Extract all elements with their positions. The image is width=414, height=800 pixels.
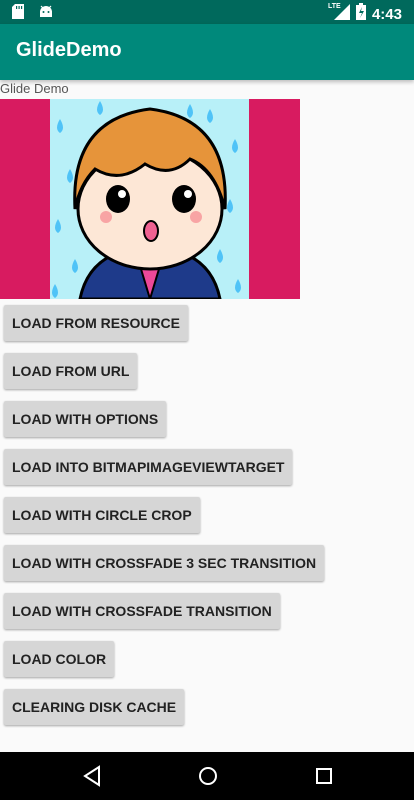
app-bar: GlideDemo <box>0 24 414 80</box>
battery-icon <box>355 3 366 25</box>
sd-card-icon <box>12 4 24 24</box>
status-bar: LTE 4:43 <box>0 0 414 24</box>
clock: 4:43 <box>371 5 402 23</box>
load-with-crossfade-button[interactable]: LOAD WITH CROSSFADE TRANSITION <box>4 593 280 629</box>
caption-label: Glide Demo <box>0 81 69 96</box>
app-title: GlideDemo <box>16 39 122 61</box>
load-with-options-button[interactable]: LOAD WITH OPTIONS <box>4 401 167 437</box>
load-from-resource-button[interactable]: LOAD FROM RESOURCE <box>4 305 188 341</box>
button-list: LOAD FROM RESOURCE LOAD FROM URL LOAD WI… <box>4 305 325 737</box>
load-with-circle-crop-button[interactable]: LOAD WITH CIRCLE CROP <box>4 497 200 533</box>
load-color-button[interactable]: LOAD COLOR <box>4 641 115 677</box>
recents-icon[interactable] <box>314 764 334 793</box>
load-from-url-button[interactable]: LOAD FROM URL <box>4 353 138 389</box>
navigation-bar <box>0 752 414 800</box>
signal-icon: LTE <box>327 2 350 25</box>
android-icon <box>38 4 54 24</box>
network-type: LTE <box>327 2 341 10</box>
cartoon-boy-image <box>50 99 249 299</box>
load-with-crossfade-3sec-button[interactable]: LOAD WITH CROSSFADE 3 SEC TRANSITION <box>4 545 325 581</box>
clearing-disk-cache-button[interactable]: CLEARING DISK CACHE <box>4 689 185 725</box>
load-into-bitmap-target-button[interactable]: LOAD INTO BITMAPIMAGEVIEWTARGET <box>4 449 293 485</box>
image-view <box>0 99 300 299</box>
home-icon[interactable] <box>197 764 219 793</box>
back-icon[interactable] <box>82 764 102 793</box>
